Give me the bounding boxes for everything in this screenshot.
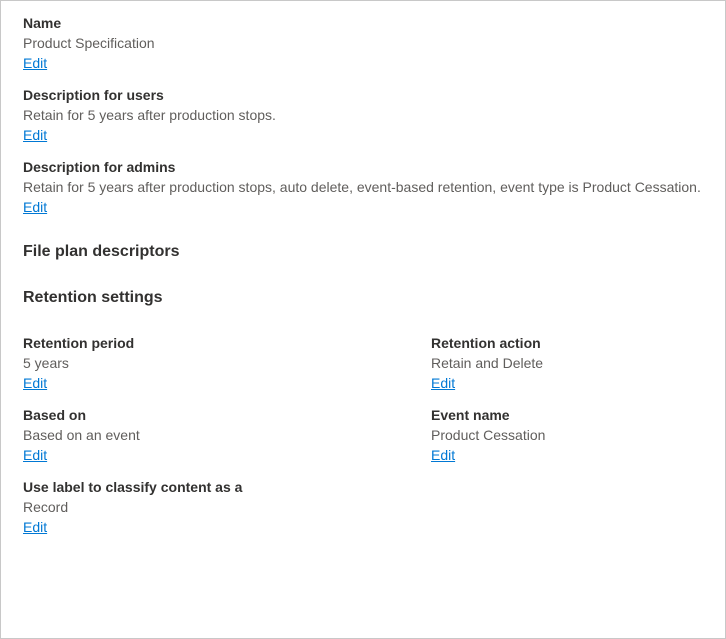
file-plan-descriptors-heading: File plan descriptors <box>23 243 703 261</box>
event-name-edit-link[interactable]: Edit <box>431 447 455 463</box>
retention-period-edit-link[interactable]: Edit <box>23 375 47 391</box>
description-admins-label: Description for admins <box>23 159 703 175</box>
based-on-value: Based on an event <box>23 427 411 443</box>
event-name-value: Product Cessation <box>431 427 683 443</box>
description-users-label: Description for users <box>23 87 703 103</box>
based-on-edit-link[interactable]: Edit <box>23 447 47 463</box>
based-on-label: Based on <box>23 407 411 423</box>
name-edit-link[interactable]: Edit <box>23 55 47 71</box>
event-name-label: Event name <box>431 407 683 423</box>
classify-label: Use label to classify content as a <box>23 479 411 495</box>
classify-edit-link[interactable]: Edit <box>23 519 47 535</box>
name-value: Product Specification <box>23 35 703 51</box>
description-users-edit-link[interactable]: Edit <box>23 127 47 143</box>
description-users-value: Retain for 5 years after production stop… <box>23 107 703 123</box>
description-admins-field: Description for admins Retain for 5 year… <box>23 159 703 215</box>
retention-settings-grid: Retention period 5 years Edit Retention … <box>23 335 703 551</box>
name-label: Name <box>23 15 703 31</box>
retention-action-edit-link[interactable]: Edit <box>431 375 455 391</box>
retention-period-value: 5 years <box>23 355 411 371</box>
classify-value: Record <box>23 499 411 515</box>
retention-settings-heading: Retention settings <box>23 289 703 307</box>
description-admins-edit-link[interactable]: Edit <box>23 199 47 215</box>
name-field: Name Product Specification Edit <box>23 15 703 71</box>
retention-period-field: Retention period 5 years Edit <box>23 335 431 391</box>
description-users-field: Description for users Retain for 5 years… <box>23 87 703 143</box>
classify-field: Use label to classify content as a Recor… <box>23 479 431 535</box>
retention-action-field: Retention action Retain and Delete Edit <box>431 335 703 391</box>
retention-action-value: Retain and Delete <box>431 355 683 371</box>
retention-action-label: Retention action <box>431 335 683 351</box>
description-admins-value: Retain for 5 years after production stop… <box>23 179 703 195</box>
event-name-field: Event name Product Cessation Edit <box>431 407 703 463</box>
based-on-field: Based on Based on an event Edit <box>23 407 431 463</box>
retention-period-label: Retention period <box>23 335 411 351</box>
